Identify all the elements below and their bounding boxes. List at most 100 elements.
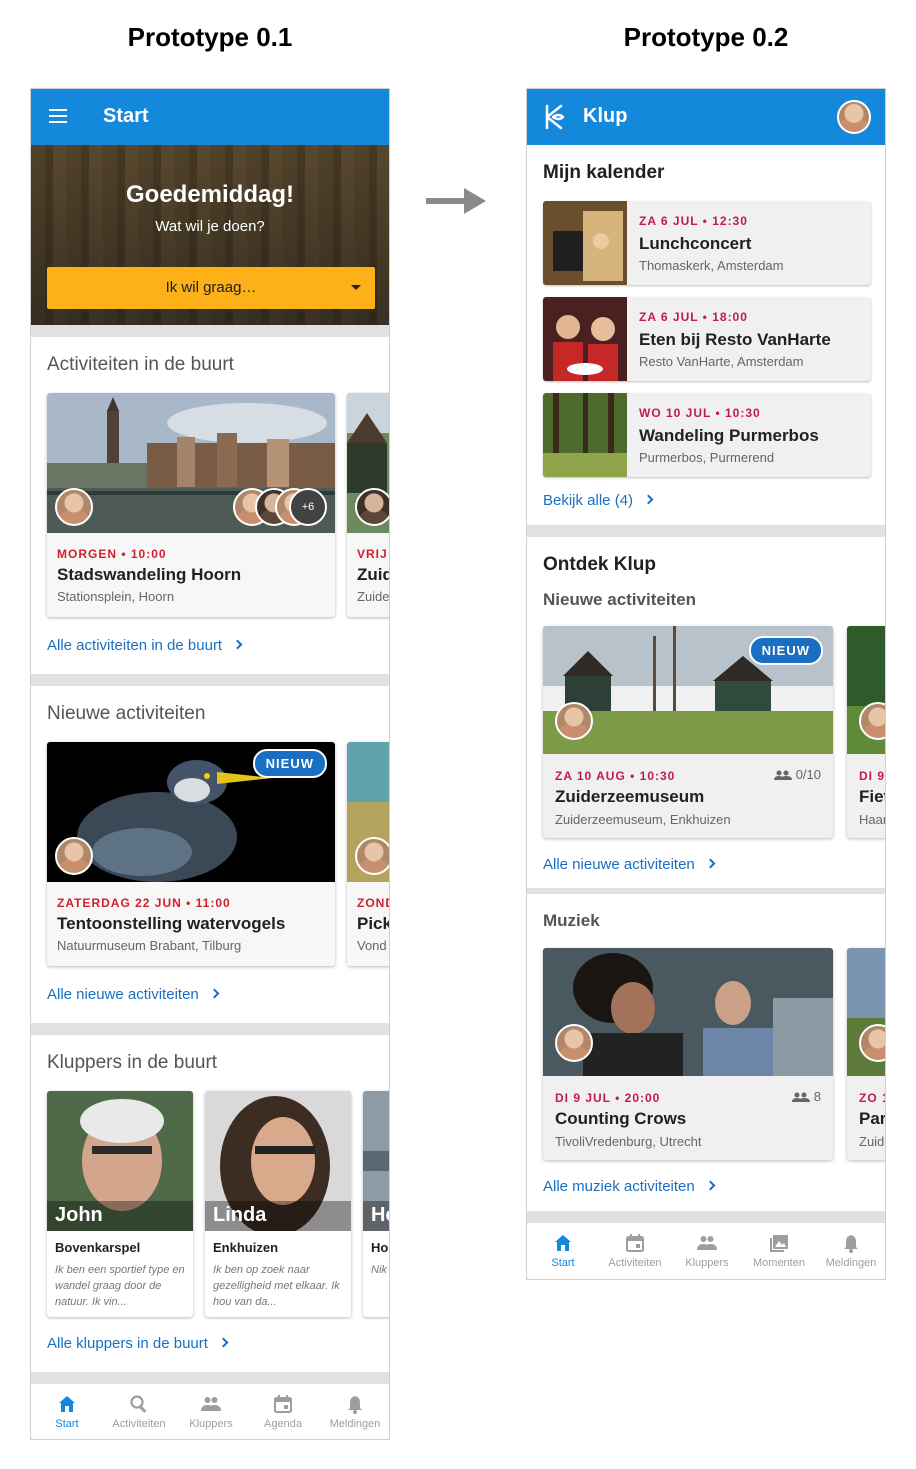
nav-start[interactable]: Start (31, 1384, 103, 1439)
klupper-card[interactable]: John Bovenkarspel Ik ben een sportief ty… (47, 1091, 193, 1317)
more-participants-badge: +6 (289, 488, 327, 526)
section-title-calendar: Mijn kalender (543, 162, 665, 183)
count-value: 0/10 (795, 767, 821, 782)
klupper-card[interactable]: He Ho Nik (363, 1091, 389, 1317)
event-thumbnail (543, 297, 627, 381)
greeting-subtitle: Wat wil je doen? (155, 218, 265, 235)
activity-card[interactable]: +6 MORGEN • 10:00 Stadswandeling Hoorn S… (47, 393, 335, 617)
view-all-calendar-link[interactable]: Bekijk alle (4) (543, 492, 654, 509)
calendar-item[interactable]: ZA 6 JUL • 12:30 Lunchconcert Thomaskerk… (543, 201, 871, 285)
activity-location: Vond (357, 938, 387, 953)
chevron-right-icon (218, 1337, 229, 1348)
section-divider (527, 888, 885, 894)
app-bar: Start (31, 89, 389, 145)
prototype-02-screen: Klup Mijn kalender ZA 6 JUL • 12:30 Lunc… (526, 88, 886, 1280)
activity-card[interactable]: NIEUW ZATERDAG 22 JUN • 11:00 Tentoonste… (47, 742, 335, 966)
klupper-bio: Ik ben een sportief type en wandel graag… (55, 1264, 185, 1308)
home-icon (555, 1235, 571, 1251)
activity-date: MORGEN • 10:00 (57, 547, 167, 561)
all-nearby-activities-link[interactable]: Alle activiteiten in de buurt (47, 637, 243, 654)
activity-location: Stationsplein, Hoorn (57, 589, 175, 604)
klupper-bio: Ik ben op zoek naar gezelligheid met elk… (213, 1264, 340, 1308)
chevron-right-icon (232, 639, 243, 650)
bell-icon (844, 1235, 858, 1253)
event-date: ZA 6 JUL • 12:30 (639, 214, 748, 228)
organizer-avatar (555, 1024, 593, 1062)
organizer-avatar (55, 837, 93, 875)
app-bar: Klup (527, 89, 885, 145)
bell-icon (348, 1396, 362, 1414)
nav-activiteiten[interactable]: Activiteiten (599, 1223, 671, 1279)
calendar-item[interactable]: ZA 6 JUL • 18:00 Eten bij Resto VanHarte… (543, 297, 871, 381)
people-icon (791, 1092, 810, 1102)
activity-card[interactable]: DI 9 Fiet Haar (847, 626, 886, 838)
event-thumbnail (543, 201, 627, 285)
section-title-new: Nieuwe activiteiten (47, 703, 206, 724)
klupper-name: John (55, 1204, 103, 1226)
activity-card[interactable]: ZOND Pick Vond (347, 742, 390, 966)
nav-label: Momenten (753, 1257, 805, 1269)
people-icon (697, 1236, 717, 1250)
nav-agenda[interactable]: Agenda (247, 1384, 319, 1439)
activity-date: DI 9 (859, 769, 886, 783)
klupper-card[interactable]: Linda Enkhuizen Ik ben op zoek naar geze… (205, 1091, 351, 1317)
activity-card[interactable]: DI 9 JUL • 20:00 8 Counting Crows Tivoli… (543, 948, 833, 1160)
activity-name: Zuid (357, 565, 390, 584)
count-value: 8 (813, 1089, 821, 1104)
nav-kluppers[interactable]: Kluppers (671, 1223, 743, 1279)
profile-avatar[interactable] (837, 100, 871, 134)
activity-picker-dropdown[interactable]: Ik wil graag… (47, 267, 375, 309)
hero-banner: Goedemiddag! Wat wil je doen? Ik wil gra… (31, 145, 389, 325)
nav-momenten[interactable]: Momenten (743, 1223, 815, 1279)
klupper-name: He (371, 1204, 389, 1226)
section-divider (31, 674, 389, 686)
activity-date: ZA 10 AUG • 10:30 (555, 769, 676, 783)
section-title-discover: Ontdek Klup (543, 554, 656, 575)
home-icon (59, 1396, 75, 1412)
activity-card[interactable]: NIEUW ZA 10 AUG • 10:30 0/10 Zuiderzeemu… (543, 626, 833, 838)
activity-location: Zuid (859, 1134, 885, 1149)
organizer-avatar (355, 837, 389, 875)
all-new-activities-link[interactable]: Alle nieuwe activiteiten (47, 986, 220, 1003)
link-label: Alle nieuwe activiteiten (47, 986, 199, 1003)
event-location: Purmerbos, Purmerend (639, 450, 775, 465)
all-music-activities-link[interactable]: Alle muziek activiteiten (543, 1178, 716, 1195)
nav-start[interactable]: Start (527, 1223, 599, 1279)
app-bar-title: Start (103, 105, 149, 127)
nav-meldingen[interactable]: Meldingen (319, 1384, 389, 1439)
nav-label: Start (55, 1418, 79, 1430)
app-bar-title: Klup (583, 105, 628, 127)
nav-meldingen[interactable]: Meldingen (815, 1223, 885, 1279)
link-label: Bekijk alle (4) (543, 492, 634, 509)
calendar-item[interactable]: WO 10 JUL • 10:30 Wandeling Purmerbos Pu… (543, 393, 871, 477)
chevron-right-icon (209, 988, 220, 999)
activity-name: Fiet (859, 787, 885, 806)
nav-label: Agenda (264, 1418, 302, 1430)
section-title-kluppers: Kluppers in de buurt (47, 1052, 218, 1073)
chevron-right-icon (643, 494, 654, 505)
greeting: Goedemiddag! (125, 181, 294, 208)
klupper-town: Ho (371, 1240, 389, 1255)
activity-name: Stadswandeling Hoorn (57, 565, 242, 584)
activity-location: Zuiderzeemuseum, Enkhuizen (555, 812, 731, 827)
section-subtitle-new: Nieuwe activiteiten (543, 590, 697, 609)
activity-card[interactable]: VRIJ Zuid Zuide (347, 393, 390, 617)
participant-count: 8 (791, 1089, 821, 1104)
nav-activiteiten[interactable]: Activiteiten (103, 1384, 175, 1439)
activity-name: Par (859, 1109, 886, 1128)
klupper-name: Linda (213, 1204, 267, 1226)
hamburger-icon[interactable] (49, 108, 69, 124)
activity-name: Pick (357, 914, 390, 933)
all-kluppers-link[interactable]: Alle kluppers in de buurt (47, 1335, 229, 1352)
activity-card[interactable]: ZO 1 Par Zuid (847, 948, 886, 1160)
klup-logo-icon[interactable] (543, 104, 567, 130)
right-arrow-icon (426, 188, 486, 214)
section-divider (31, 325, 389, 337)
all-new-activities-link[interactable]: Alle nieuwe activiteiten (543, 856, 716, 873)
activity-name: Zuiderzeemuseum (555, 787, 705, 806)
nav-kluppers[interactable]: Kluppers (175, 1384, 247, 1439)
nav-label: Start (551, 1257, 575, 1269)
organizer-avatar (355, 488, 389, 526)
bottom-navigation: Start Activiteiten Kluppers Agenda Meldi… (31, 1383, 389, 1439)
activity-location: Zuide (357, 589, 390, 604)
